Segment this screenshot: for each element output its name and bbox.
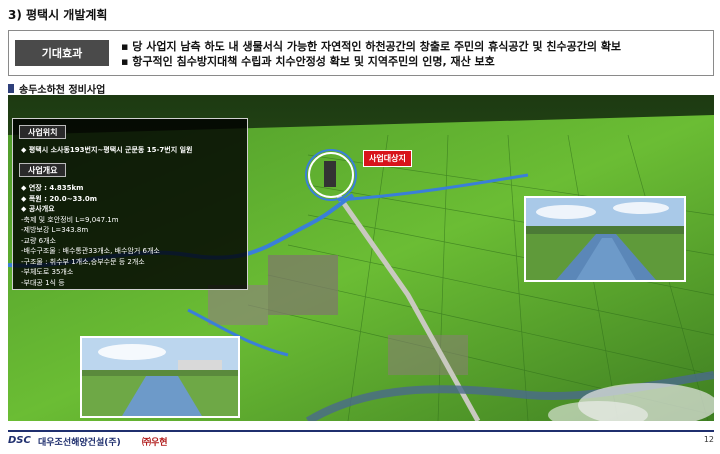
overview-line: -부대공 1식 등 (21, 278, 65, 287)
footer-brand-logo: DSC (8, 435, 31, 446)
effect-line: ▪ 항구적인 침수방지대책 수립과 치수안정성 확보 및 지역주민의 인명, 재… (121, 55, 495, 68)
river-photo-graphic (82, 338, 238, 416)
project-location-heading: 사업위치 (19, 125, 67, 139)
overview-line: -교량 6개소 (21, 236, 56, 245)
overview-line: -부체도로 35개소 (21, 268, 74, 276)
overview-line: ◆ 폭원 : 20.0~33.0m (21, 194, 98, 203)
river-photo-left (80, 336, 240, 418)
overview-line: -제방보강 L=343.8m (21, 226, 89, 234)
project-info-box: 사업위치 ◆ 평택시 소사동193번지~평택시 군문동 15-7번지 일원 사업… (12, 118, 248, 290)
section-title: 송두소하천 정비사업 (19, 85, 106, 96)
overview-line: -배수구조물 : 배수통관33개소, 배수암거 6개소 (21, 247, 160, 255)
river-photo-graphic (526, 198, 684, 280)
section-bullet-icon (8, 84, 14, 93)
project-site-label: 사업대상지 (363, 150, 412, 167)
section-heading: 송두소하천 정비사업 (8, 81, 105, 96)
page-number: 12 (703, 435, 714, 444)
overview-line: -축제 및 호안정비 L=9,047.1m (21, 215, 119, 224)
footer-partner-name: ㈜우현 (142, 438, 168, 448)
overview-line: ◆ 연장 : 4.835km (21, 184, 84, 192)
overview-line: ◆ 공사개요 (21, 205, 55, 213)
footer: DSC 대우조선해양건설(주) ㈜우현 12 (8, 430, 714, 450)
footer-company-name: 대우조선해양건설(주) (38, 438, 121, 448)
expected-effect-label: 기대효과 (15, 40, 109, 66)
expected-effect-box: 기대효과 ▪ 당 사업지 남측 하도 내 생물서식 가능한 자연적인 하천공간의… (8, 30, 714, 76)
project-overview-heading: 사업개요 (19, 163, 67, 177)
expected-effect-list: ▪ 당 사업지 남측 하도 내 생물서식 가능한 자연적인 하천공간의 창출로 … (121, 39, 621, 69)
project-location-text: ◆ 평택시 소사동193번지~평택시 군문동 15-7번지 일원 (21, 146, 193, 154)
page-title: 3) 평택시 개발계획 (8, 8, 108, 22)
river-photo-right (524, 196, 686, 282)
overview-line: -구조물 : 취수부 1개소,승부수문 등 2개소 (21, 257, 145, 266)
effect-line: ▪ 당 사업지 남측 하도 내 생물서식 가능한 자연적인 하천공간의 창출로 … (121, 40, 622, 53)
